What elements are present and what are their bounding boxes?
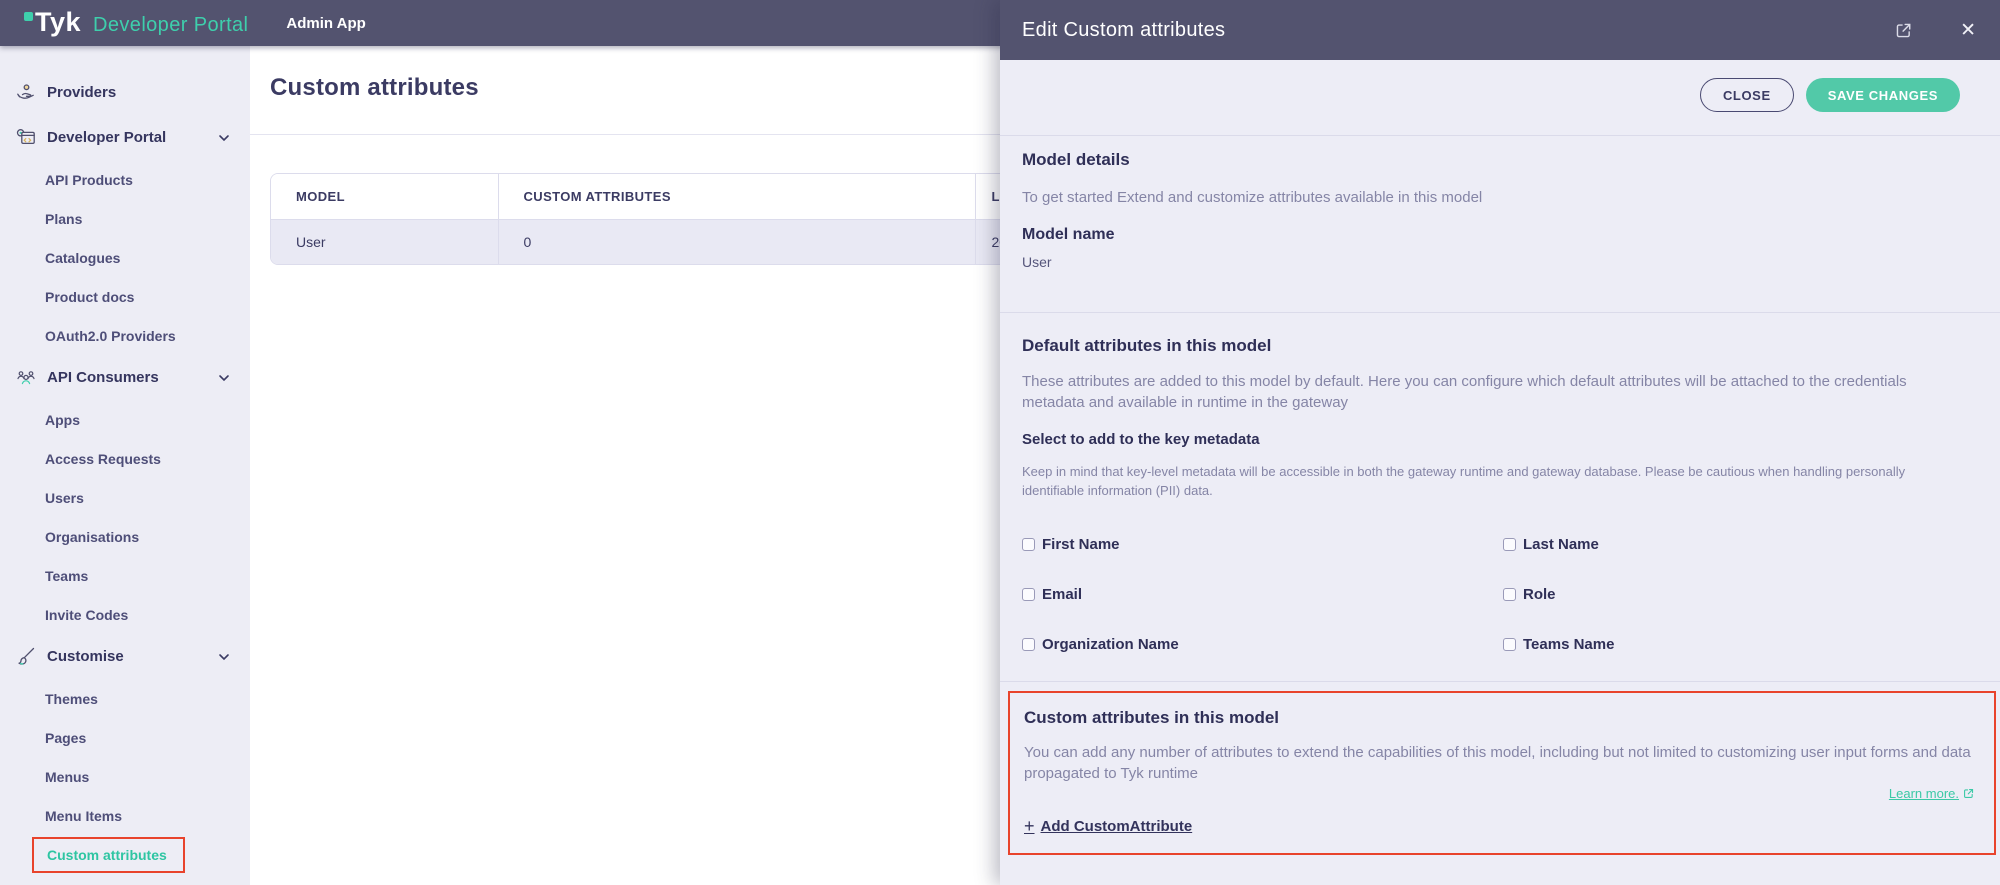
plus-icon: +: [1024, 817, 1035, 835]
model-details-heading: Model details: [1022, 149, 1955, 171]
default-attributes-section: Default attributes in this model These a…: [1000, 335, 2000, 653]
cell-model: User: [271, 219, 498, 264]
custom-attributes-section-annotated: Custom attributes in this model You can …: [1008, 691, 1996, 855]
chevron-down-icon: [218, 374, 230, 382]
sidebar-item-pages[interactable]: Pages: [0, 718, 250, 757]
default-attributes-heading: Default attributes in this model: [1022, 335, 1955, 357]
sidebar-item-catalogues[interactable]: Catalogues: [0, 238, 250, 277]
sidebar-item-custom-attributes[interactable]: Custom attributes: [0, 835, 250, 874]
default-attributes-checkbox-grid: First Name Last Name Email Role Organiza…: [1022, 536, 1955, 653]
sidebar-label-providers: Providers: [47, 84, 116, 101]
panel-title: Edit Custom attributes: [1022, 19, 1225, 42]
custom-attributes-heading: Custom attributes in this model: [1024, 707, 1974, 729]
sidebar-item-invite-codes[interactable]: Invite Codes: [0, 595, 250, 634]
sidebar-item-menus[interactable]: Menus: [0, 757, 250, 796]
sidebar-label-developer-portal: Developer Portal: [47, 129, 166, 146]
checkbox-icon[interactable]: [1503, 538, 1516, 551]
tyk-logo-dot-icon: [24, 12, 33, 21]
sidebar-item-themes[interactable]: Themes: [0, 679, 250, 718]
sidebar-item-menu-items[interactable]: Menu Items: [0, 796, 250, 835]
checkbox-last-name[interactable]: Last Name: [1503, 536, 1955, 553]
sidebar-item-product-docs[interactable]: Product docs: [0, 277, 250, 316]
checkbox-first-name[interactable]: First Name: [1022, 536, 1503, 553]
sidebar-section-providers[interactable]: Providers: [0, 70, 250, 115]
custom-attributes-description: You can add any number of attributes to …: [1024, 742, 1974, 784]
default-attributes-description: These attributes are added to this model…: [1022, 371, 1955, 413]
provider-hand-icon: [12, 80, 40, 106]
brand-name: Tyk: [35, 9, 81, 36]
brand-suffix: Developer Portal: [93, 14, 248, 37]
edit-panel: Edit Custom attributes ✕ CLOSE SAVE CHAN…: [1000, 0, 2000, 885]
checkbox-icon[interactable]: [1022, 538, 1035, 551]
learn-more-link[interactable]: Learn more.: [1889, 786, 1959, 801]
panel-header: Edit Custom attributes ✕: [1000, 0, 2000, 60]
model-name-label: Model name: [1022, 226, 1955, 244]
sidebar-label-customise: Customise: [47, 648, 124, 665]
checkbox-icon[interactable]: [1022, 638, 1035, 651]
save-changes-button[interactable]: SAVE CHANGES: [1806, 78, 1960, 112]
people-icon: [12, 365, 40, 391]
chevron-down-icon: [218, 134, 230, 142]
sidebar-section-developer-portal[interactable]: Developer Portal: [0, 115, 250, 160]
add-custom-attribute-button[interactable]: + Add CustomAttribute: [1024, 817, 1192, 835]
column-model: MODEL: [271, 174, 498, 219]
sidebar: Providers Developer Portal API Products …: [0, 46, 250, 885]
sidebar-item-oauth-providers[interactable]: OAuth2.0 Providers: [0, 316, 250, 355]
chevron-down-icon: [218, 653, 230, 661]
checkbox-organization-name[interactable]: Organization Name: [1022, 636, 1503, 653]
tyk-logo[interactable]: Tyk Developer Portal: [24, 9, 248, 37]
checkbox-icon[interactable]: [1503, 638, 1516, 651]
browser-gear-icon: [12, 125, 40, 151]
sidebar-item-users[interactable]: Users: [0, 478, 250, 517]
sidebar-item-plans[interactable]: Plans: [0, 199, 250, 238]
panel-divider: [1000, 312, 2000, 313]
key-metadata-heading: Select to add to the key metadata: [1022, 431, 1955, 448]
sidebar-item-api-products[interactable]: API Products: [0, 160, 250, 199]
cell-custom-attributes-count: 0: [498, 219, 975, 264]
column-custom-attributes: CUSTOM ATTRIBUTES: [498, 174, 975, 219]
checkbox-role[interactable]: Role: [1503, 586, 1955, 603]
model-name-value: User: [1022, 254, 1955, 270]
open-in-new-window-icon[interactable]: [1895, 22, 1912, 39]
close-button[interactable]: CLOSE: [1700, 78, 1794, 112]
sidebar-section-customise[interactable]: Customise: [0, 634, 250, 679]
sidebar-item-access-requests[interactable]: Access Requests: [0, 439, 250, 478]
sidebar-label-api-consumers: API Consumers: [47, 369, 159, 386]
model-details-section: Model details To get started Extend and …: [1000, 136, 2000, 270]
external-link-icon: [1963, 788, 1974, 799]
checkbox-email[interactable]: Email: [1022, 586, 1503, 603]
paintbrush-icon: [12, 644, 40, 670]
annotation-red-box: Custom attributes: [32, 837, 185, 873]
panel-body: CLOSE SAVE CHANGES Model details To get …: [1000, 60, 2000, 885]
sidebar-item-teams[interactable]: Teams: [0, 556, 250, 595]
sidebar-item-organisations[interactable]: Organisations: [0, 517, 250, 556]
sidebar-section-api-consumers[interactable]: API Consumers: [0, 355, 250, 400]
checkbox-teams-name[interactable]: Teams Name: [1503, 636, 1955, 653]
admin-app-label: Admin App: [286, 15, 365, 32]
close-icon[interactable]: ✕: [1960, 21, 1976, 40]
model-details-description: To get started Extend and customize attr…: [1022, 187, 1955, 208]
sidebar-item-apps[interactable]: Apps: [0, 400, 250, 439]
checkbox-icon[interactable]: [1503, 588, 1516, 601]
panel-divider: [1000, 681, 2000, 682]
checkbox-icon[interactable]: [1022, 588, 1035, 601]
pii-note: Keep in mind that key-level metadata wil…: [1022, 462, 1955, 500]
